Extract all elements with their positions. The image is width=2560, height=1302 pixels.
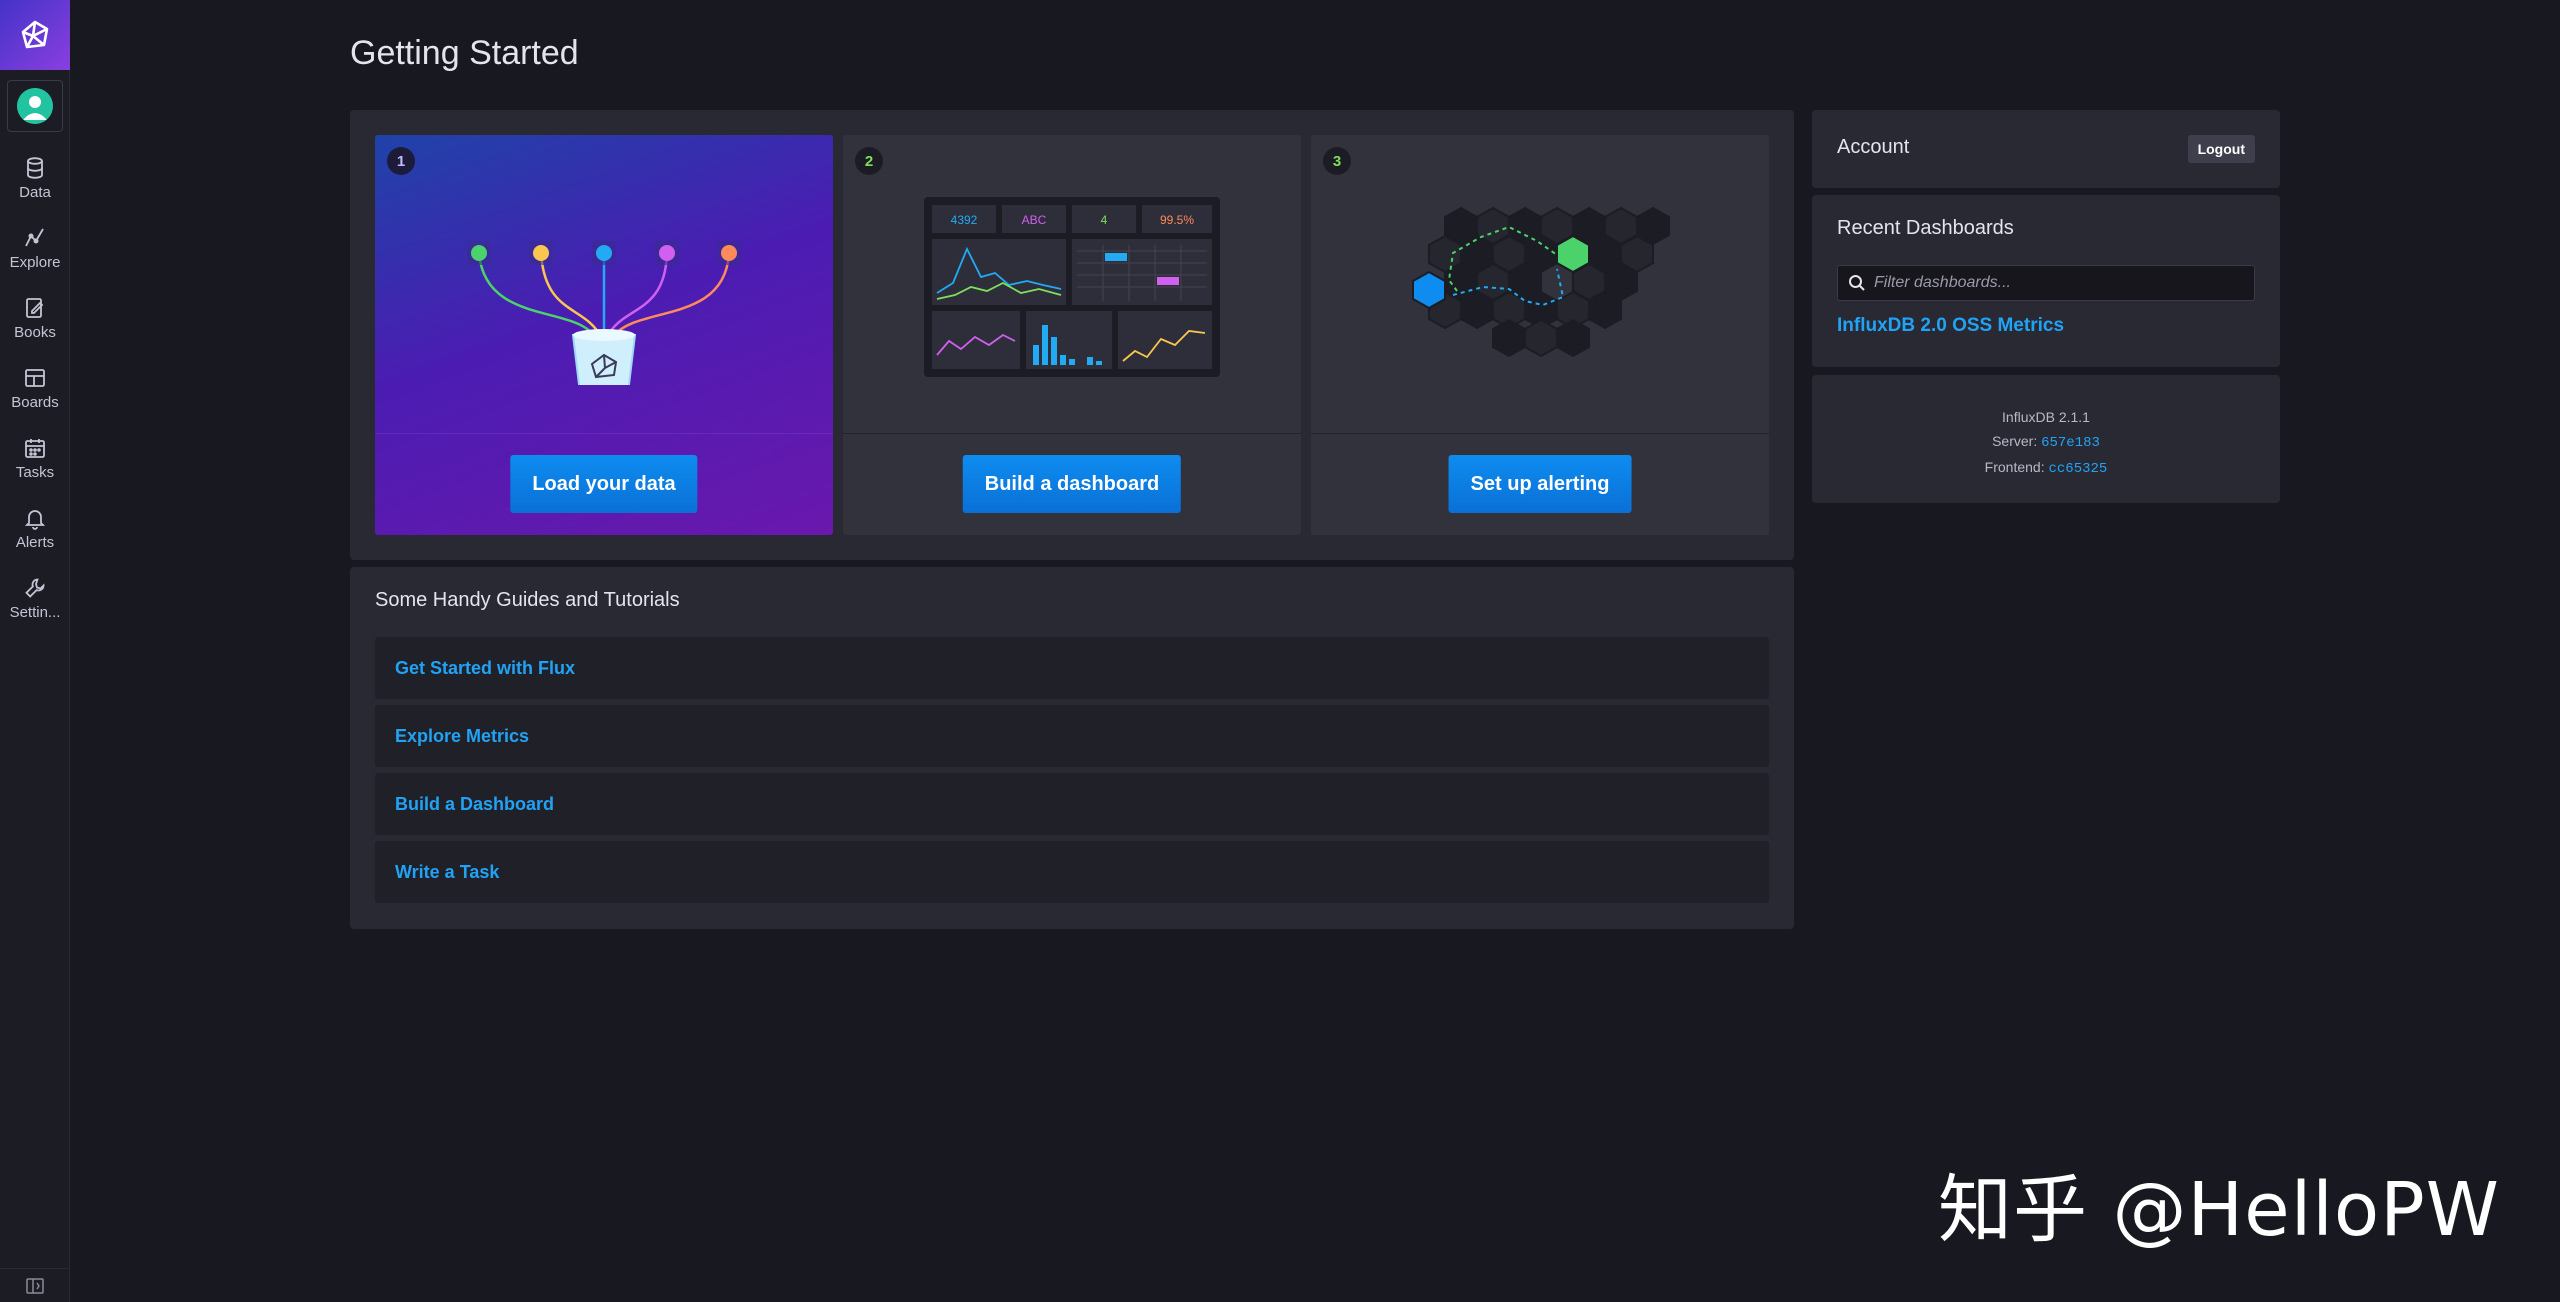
- influxdb-logo-icon: [21, 20, 49, 49]
- product-version: InfluxDB 2.1.1: [2002, 409, 2090, 425]
- recent-dashboards-panel: Recent Dashboards InfluxDB 2.0 OSS Metri…: [1812, 195, 2280, 367]
- filter-dashboards-field[interactable]: [1837, 265, 2255, 301]
- nav-label-explore: Explore: [9, 253, 61, 271]
- guide-row-explore-metrics[interactable]: Explore Metrics: [375, 705, 1769, 767]
- version-lines: InfluxDB 2.1.1 Server: 657e183 Frontend:…: [1812, 405, 2280, 481]
- influxdb-logo[interactable]: [0, 0, 70, 70]
- nav-item-data[interactable]: Data: [0, 145, 70, 211]
- guides-title: Some Handy Guides and Tutorials: [375, 589, 680, 611]
- guide-link-explore-metrics[interactable]: Explore Metrics: [395, 726, 529, 747]
- server-hash[interactable]: 657e183: [2041, 435, 2100, 451]
- frontend-label: Frontend:: [1984, 459, 2045, 475]
- search-icon: [1849, 275, 1865, 291]
- alerting-illustration: [1412, 206, 1670, 358]
- dash-stat-4: 99.5%: [1160, 213, 1194, 227]
- user-avatar-icon: [17, 88, 53, 124]
- nav-label-settings: Settin...: [9, 603, 61, 621]
- page-title: Getting Started: [350, 34, 579, 72]
- nav-label-books: Books: [14, 323, 56, 341]
- step-card-load-data: 1 Load your data: [375, 135, 833, 535]
- account-panel: Account Logout: [1812, 110, 2280, 188]
- bell-icon: [24, 509, 46, 530]
- frontend-hash[interactable]: cc65325: [2049, 461, 2108, 477]
- watermark: 知乎 @HelloPW: [1938, 1167, 2500, 1253]
- database-icon: [27, 156, 43, 179]
- load-data-illustration: [467, 241, 741, 385]
- guides-panel: Some Handy Guides and Tutorials Get Star…: [350, 567, 1794, 929]
- wrench-icon: [25, 578, 45, 598]
- graph-line-icon: [25, 228, 44, 246]
- sidebar-collapse-icon: [26, 1277, 44, 1294]
- nav-item-explore[interactable]: Explore: [0, 215, 70, 281]
- nav-item-alerts[interactable]: Alerts: [0, 495, 70, 561]
- filter-dashboards-input[interactable]: [1866, 274, 2254, 292]
- calendar-icon: [25, 438, 45, 458]
- guide-row-write-task[interactable]: Write a Task: [375, 841, 1769, 903]
- notebook-icon: [26, 297, 44, 318]
- dash-stat-3: 4: [1101, 213, 1108, 227]
- load-your-data-button[interactable]: Load your data: [510, 455, 698, 513]
- guide-link-write-task[interactable]: Write a Task: [395, 862, 499, 883]
- version-info-panel: InfluxDB 2.1.1 Server: 657e183 Frontend:…: [1812, 375, 2280, 503]
- build-a-dashboard-button[interactable]: Build a dashboard: [962, 455, 1182, 513]
- recent-dashboards-title: Recent Dashboards: [1837, 217, 2014, 239]
- step-divider: [375, 433, 833, 434]
- dash-stat-2: ABC: [1022, 213, 1047, 227]
- guide-link-get-started-flux[interactable]: Get Started with Flux: [395, 658, 575, 679]
- guide-link-build-dashboard[interactable]: Build a Dashboard: [395, 794, 554, 815]
- nav-item-boards[interactable]: Boards: [0, 355, 70, 421]
- nav-item-books[interactable]: Books: [0, 285, 70, 351]
- server-version-line: Server: 657e183: [1812, 429, 2280, 455]
- recent-dashboard-link[interactable]: InfluxDB 2.0 OSS Metrics: [1837, 315, 2064, 337]
- nav-item-tasks[interactable]: Tasks: [0, 425, 70, 491]
- nav-label-alerts: Alerts: [15, 533, 55, 551]
- logout-button[interactable]: Logout: [2187, 135, 2255, 163]
- sidebar: Data Explore Books Boards Tasks Alerts S…: [0, 0, 70, 1302]
- nav-label-tasks: Tasks: [15, 463, 55, 481]
- nav-item-settings[interactable]: Settin...: [0, 565, 70, 631]
- guide-row-flux[interactable]: Get Started with Flux: [375, 637, 1769, 699]
- guide-row-build-dashboard[interactable]: Build a Dashboard: [375, 773, 1769, 835]
- step-divider: [843, 433, 1301, 434]
- frontend-version-line: Frontend: cc65325: [1812, 455, 2280, 481]
- step-card-build-dashboard: 2 4392 ABC 4 99.5% Build a dashboard: [843, 135, 1301, 535]
- account-title: Account: [1837, 136, 1910, 158]
- user-avatar-button[interactable]: [7, 80, 63, 132]
- set-up-alerting-button[interactable]: Set up alerting: [1448, 455, 1632, 513]
- step-divider: [1311, 433, 1769, 434]
- step-card-set-up-alerting: 3 Set up alerting: [1311, 135, 1769, 535]
- dashboard-grid-icon: [25, 368, 45, 387]
- sidebar-collapse-button[interactable]: [0, 1268, 70, 1302]
- nav-label-data: Data: [19, 183, 51, 201]
- server-label: Server:: [1992, 433, 2038, 449]
- nav-label-boards: Boards: [11, 393, 59, 411]
- dash-stat-1: 4392: [951, 213, 978, 227]
- getting-started-steps-panel: 1 Load your data 2 4392 ABC 4 99.5% Buil…: [350, 110, 1794, 560]
- dashboard-illustration: 4392 ABC 4 99.5%: [924, 197, 1220, 377]
